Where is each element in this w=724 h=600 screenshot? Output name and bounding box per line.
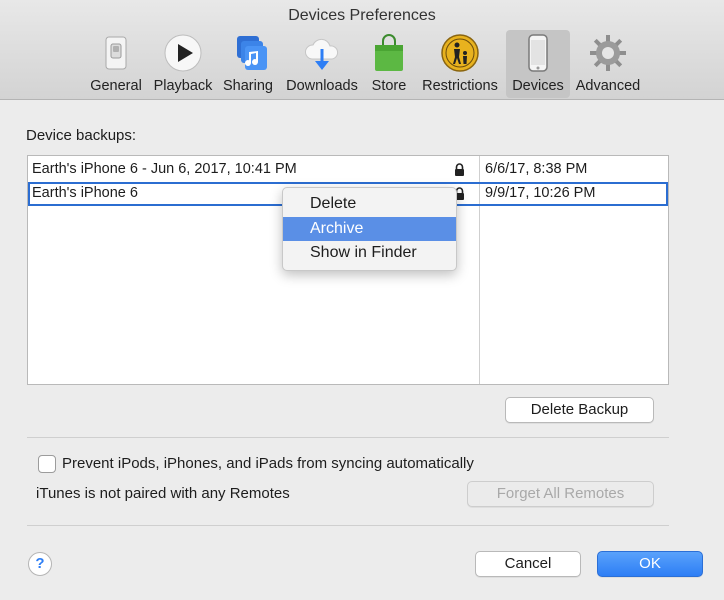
tab-label: Advanced — [575, 78, 641, 94]
tab-label: Playback — [153, 78, 213, 94]
help-button[interactable]: ? — [28, 552, 52, 576]
backup-name: Earth's iPhone 6 — [32, 185, 138, 201]
divider — [27, 437, 669, 438]
shopping-bag-icon — [369, 33, 409, 73]
tab-playback[interactable]: Playback — [152, 30, 214, 98]
remotes-status-text: iTunes is not paired with any Remotes — [36, 485, 290, 502]
switch-icon — [96, 33, 136, 73]
tab-devices[interactable]: Devices — [506, 30, 570, 98]
divider — [27, 525, 669, 526]
table-row[interactable]: Earth's iPhone 6 - Jun 6, 2017, 10:41 PM… — [28, 158, 668, 182]
tab-sharing[interactable]: Sharing — [219, 30, 277, 98]
lock-icon — [454, 163, 465, 176]
tab-label: Downloads — [286, 78, 358, 94]
music-note-icon — [228, 33, 268, 73]
iphone-icon — [518, 33, 558, 73]
ok-button[interactable]: OK — [597, 551, 703, 577]
tab-label: Sharing — [223, 78, 273, 94]
parental-icon — [440, 33, 480, 73]
context-menu: Delete Archive Show in Finder — [282, 187, 457, 271]
menu-item-delete[interactable]: Delete — [283, 192, 456, 217]
prevent-sync-checkbox[interactable] — [38, 455, 56, 473]
menu-item-show-in-finder[interactable]: Show in Finder — [283, 241, 456, 266]
play-icon — [163, 33, 203, 73]
backup-name: Earth's iPhone 6 - Jun 6, 2017, 10:41 PM — [32, 161, 297, 177]
toolbar: Devices Preferences General Playback Sha… — [0, 0, 724, 100]
menu-item-archive[interactable]: Archive — [283, 216, 456, 241]
backup-date: 9/9/17, 10:26 PM — [485, 185, 596, 201]
tab-downloads[interactable]: Downloads — [284, 30, 360, 98]
cloud-download-icon — [302, 33, 342, 73]
tab-store[interactable]: Store — [368, 30, 410, 98]
window-title: Devices Preferences — [288, 7, 436, 24]
forget-all-remotes-button[interactable]: Forget All Remotes — [467, 481, 654, 507]
tab-label: Devices — [512, 78, 564, 94]
tab-label: Restrictions — [422, 78, 498, 94]
delete-backup-button[interactable]: Delete Backup — [505, 397, 654, 423]
prevent-sync-label: Prevent iPods, iPhones, and iPads from s… — [62, 455, 474, 472]
cancel-button[interactable]: Cancel — [475, 551, 581, 577]
device-backups-label: Device backups: — [26, 127, 137, 144]
backup-date: 6/6/17, 8:38 PM — [485, 161, 588, 177]
tab-label: Store — [371, 78, 407, 94]
gear-icon — [588, 33, 628, 73]
tab-restrictions[interactable]: Restrictions — [418, 30, 502, 98]
tab-label: General — [90, 78, 142, 94]
tab-general[interactable]: General — [86, 30, 146, 98]
tab-advanced[interactable]: Advanced — [576, 30, 640, 98]
